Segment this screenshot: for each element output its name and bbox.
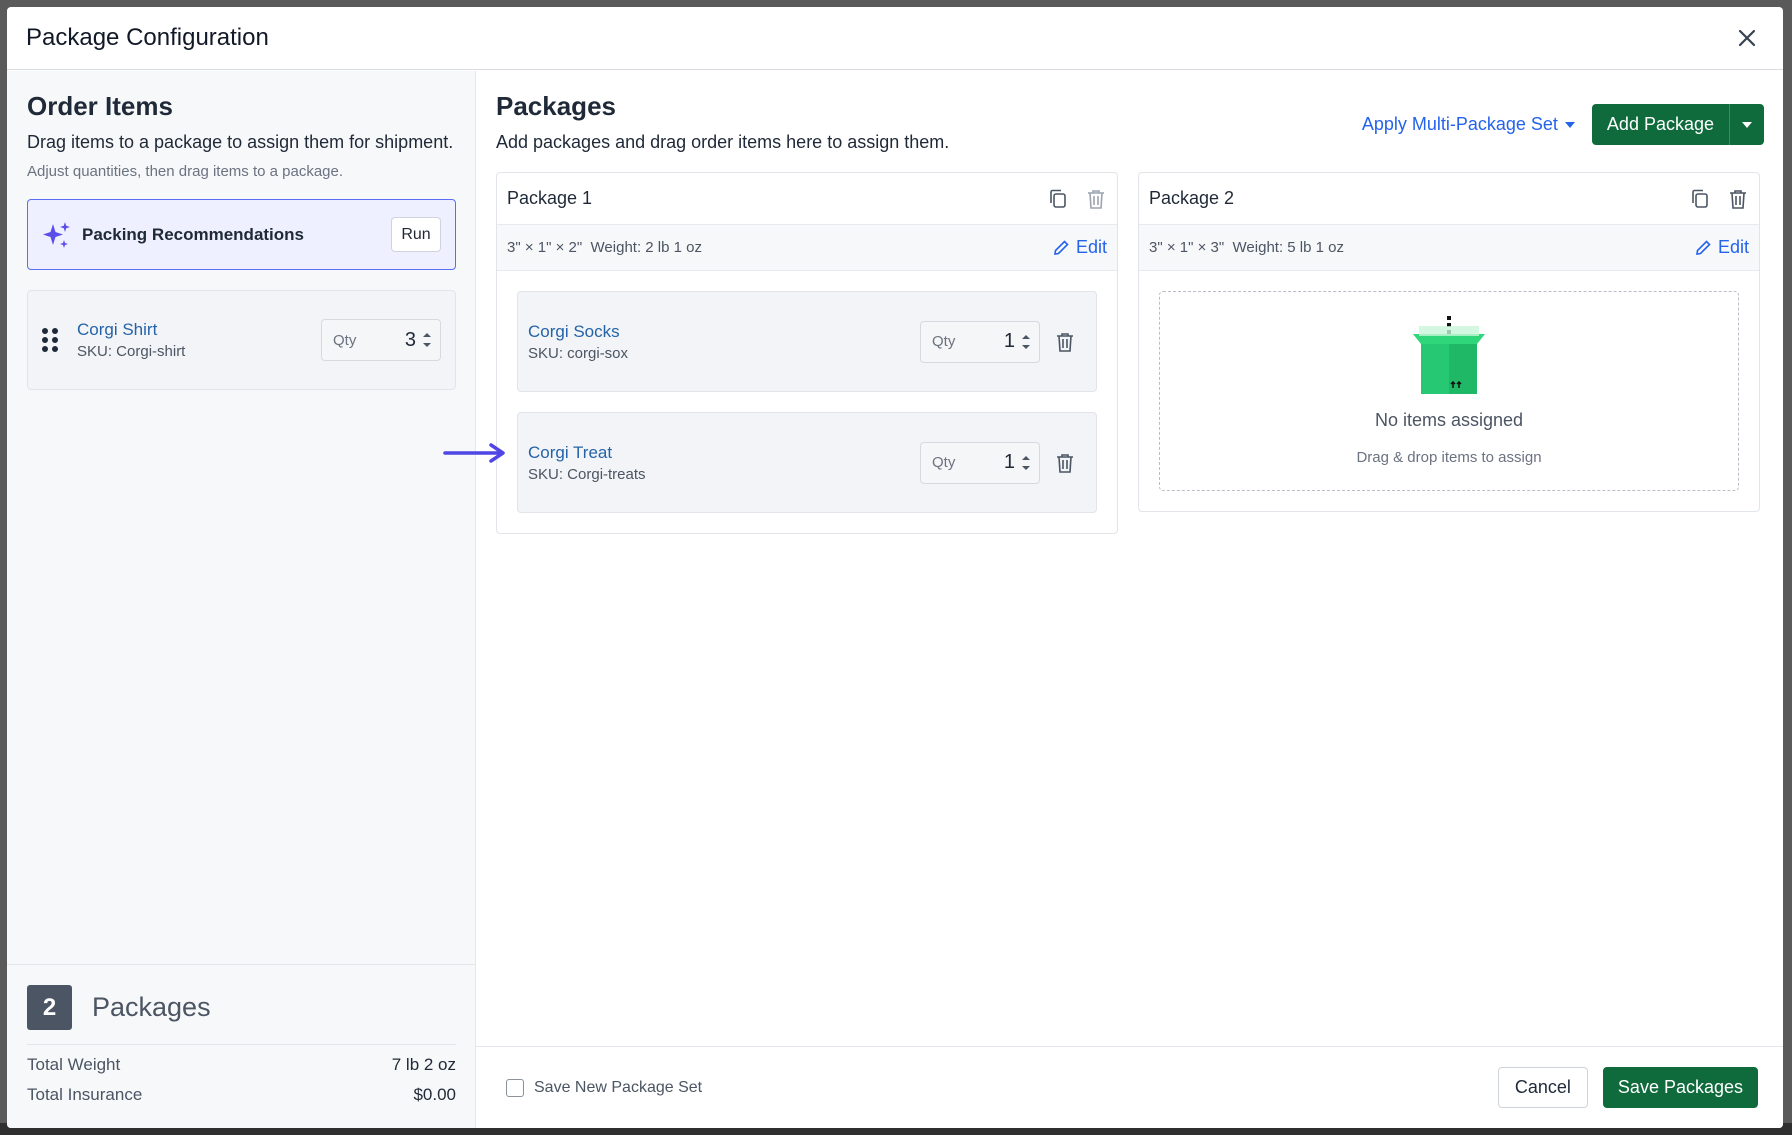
package-item[interactable]: Corgi Socks SKU: corgi-sox Qty 1 bbox=[517, 291, 1097, 392]
modal-body: Order Items Drag items to a package to a… bbox=[7, 71, 1783, 1128]
total-weight-value: 7 lb 2 oz bbox=[391, 1055, 456, 1074]
qty-label: Qty bbox=[932, 454, 956, 471]
packages-title: Packages bbox=[496, 91, 616, 121]
qty-label: Qty bbox=[932, 333, 956, 350]
package-title: Package 1 bbox=[507, 188, 593, 208]
packing-recommendations-label: Packing Recommendations bbox=[82, 224, 305, 244]
save-package-set-option[interactable]: Save New Package Set bbox=[506, 1078, 703, 1097]
pencil-icon bbox=[1696, 239, 1711, 255]
spinner-icon[interactable] bbox=[422, 332, 432, 348]
pencil-icon bbox=[1054, 239, 1069, 255]
apply-multi-package-set-dropdown[interactable]: Apply Multi-Package Set bbox=[1362, 114, 1576, 135]
spinner-icon[interactable] bbox=[1021, 455, 1031, 471]
package-configuration-modal: Package Configuration Order Items Drag i… bbox=[7, 7, 1783, 1128]
package-item[interactable]: Corgi Treat SKU: Corgi-treats Qty 1 bbox=[517, 412, 1097, 513]
package-item-name[interactable]: Corgi Treat bbox=[528, 443, 920, 463]
package-dimensions: 3" × 1" × 3" Weight: 5 lb 1 oz bbox=[1149, 239, 1344, 256]
total-insurance-row: Total Insurance $0.00 bbox=[27, 1085, 456, 1105]
total-insurance-value: $0.00 bbox=[413, 1085, 456, 1104]
trash-icon[interactable] bbox=[1727, 188, 1749, 210]
package-item-sku: SKU: corgi-sox bbox=[528, 344, 629, 362]
quantity-stepper[interactable]: Qty 3 bbox=[321, 319, 441, 361]
package-item-name[interactable]: Corgi Socks bbox=[528, 322, 920, 342]
order-items-panel: Order Items Drag items to a package to a… bbox=[7, 71, 476, 1128]
total-weight-row: Total Weight 7 lb 2 oz bbox=[27, 1055, 456, 1075]
package-card: Package 1 3" × 1" × 2" Weight: 2 lb 1 oz… bbox=[496, 172, 1118, 534]
close-icon bbox=[1738, 29, 1756, 47]
add-package-menu-button[interactable] bbox=[1729, 104, 1764, 145]
empty-box-icon bbox=[1413, 316, 1485, 394]
packing-recommendations: Packing Recommendations Run bbox=[27, 199, 456, 270]
package-count-badge: 2 bbox=[27, 985, 72, 1030]
order-item-name[interactable]: Corgi Shirt bbox=[77, 320, 321, 340]
trash-icon[interactable] bbox=[1085, 188, 1107, 210]
packages-panel: Packages Add packages and drag order ite… bbox=[476, 71, 1783, 1128]
modal-header: Package Configuration bbox=[7, 7, 1783, 70]
package-card: Package 2 3" × 1" × 3" Weight: 5 lb 1 oz… bbox=[1138, 172, 1760, 512]
package-item-sku: SKU: Corgi-treats bbox=[528, 465, 646, 483]
quantity-stepper[interactable]: Qty 1 bbox=[920, 320, 1040, 363]
sparkle-icon bbox=[43, 221, 70, 248]
package-dimensions: 3" × 1" × 2" Weight: 2 lb 1 oz bbox=[507, 239, 702, 256]
qty-label: Qty bbox=[333, 331, 357, 349]
order-item-sku: SKU: Corgi-shirt bbox=[77, 343, 186, 360]
total-insurance-label: Total Insurance bbox=[27, 1085, 143, 1104]
add-package-button[interactable]: Add Package bbox=[1591, 104, 1729, 145]
copy-icon[interactable] bbox=[1047, 188, 1069, 210]
qty-value[interactable]: 1 bbox=[1004, 451, 1015, 474]
packages-summary: 2 Packages Total Weight 7 lb 2 oz Total … bbox=[7, 964, 475, 1128]
order-items-subtitle: Drag items to a package to assign them f… bbox=[27, 132, 454, 152]
trash-icon[interactable] bbox=[1054, 331, 1076, 353]
edit-package-button[interactable]: Edit bbox=[1052, 237, 1107, 258]
package-count-label: Packages bbox=[92, 992, 211, 1022]
package-title: Package 2 bbox=[1149, 188, 1235, 208]
edit-package-button[interactable]: Edit bbox=[1694, 237, 1749, 258]
drag-handle-icon[interactable] bbox=[42, 328, 58, 352]
save-packages-button[interactable]: Save Packages bbox=[1602, 1067, 1758, 1108]
quantity-stepper[interactable]: Qty 1 bbox=[920, 441, 1040, 484]
cancel-button[interactable]: Cancel bbox=[1497, 1067, 1588, 1108]
trash-icon[interactable] bbox=[1054, 452, 1076, 474]
package-drop-zone[interactable]: No items assigned Drag & drop items to a… bbox=[1159, 291, 1739, 491]
modal-title: Package Configuration bbox=[26, 24, 269, 51]
empty-subtitle: Drag & drop items to assign bbox=[1356, 449, 1542, 466]
save-package-set-checkbox[interactable] bbox=[506, 1078, 524, 1097]
order-item[interactable]: Corgi Shirt SKU: Corgi-shirt Qty 3 bbox=[27, 290, 456, 390]
caret-down-icon bbox=[1742, 121, 1752, 128]
save-package-set-label: Save New Package Set bbox=[534, 1078, 703, 1096]
qty-value[interactable]: 3 bbox=[405, 329, 416, 352]
copy-icon[interactable] bbox=[1689, 188, 1711, 210]
qty-value[interactable]: 1 bbox=[1004, 330, 1015, 353]
packages-subtitle: Add packages and drag order items here t… bbox=[496, 132, 950, 152]
spinner-icon[interactable] bbox=[1021, 334, 1031, 350]
close-button[interactable] bbox=[1730, 21, 1764, 55]
modal-footer: Save New Package Set Cancel Save Package… bbox=[476, 1046, 1783, 1128]
order-items-title: Order Items bbox=[27, 91, 173, 121]
drag-arrow-icon bbox=[443, 443, 505, 463]
caret-down-icon bbox=[1564, 121, 1575, 128]
order-items-hint: Adjust quantities, then drag items to a … bbox=[27, 163, 344, 180]
run-button[interactable]: Run bbox=[391, 217, 441, 252]
empty-title: No items assigned bbox=[1374, 410, 1524, 430]
apply-multi-package-set-label: Apply Multi-Package Set bbox=[1361, 114, 1558, 134]
total-weight-label: Total Weight bbox=[27, 1055, 121, 1074]
